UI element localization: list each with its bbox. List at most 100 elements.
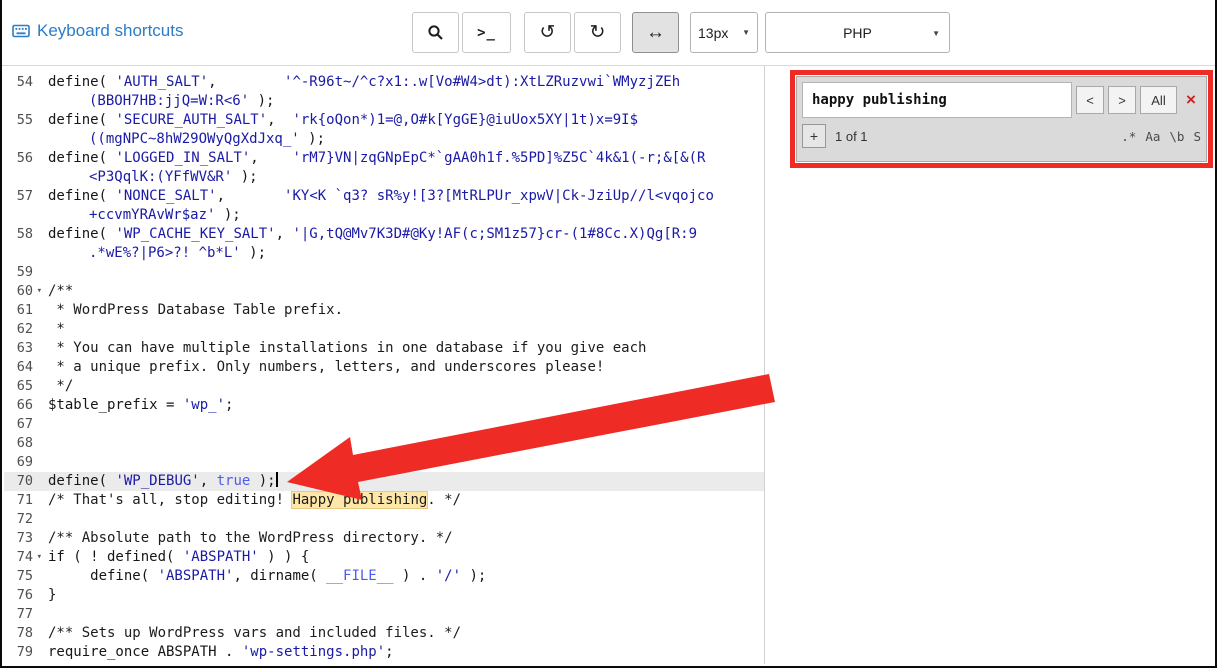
code-line-78[interactable]: 78 /** Sets up WordPress vars and include… xyxy=(4,624,764,643)
code-line-57[interactable]: 57 define( 'NONCE_SALT', 'KY<K `q3? sR%y!… xyxy=(4,187,764,206)
line-number: 56 xyxy=(16,150,33,166)
font-size-select[interactable]: 13px ▼ xyxy=(690,12,758,53)
code-line-69[interactable]: 69 xyxy=(4,453,764,472)
toggle-replace-button[interactable]: + xyxy=(802,124,826,148)
code-line-wrap[interactable]: ((mgNPC~8hW29OWyQgXdJxq_' ); xyxy=(4,130,764,149)
code-line-76[interactable]: 76} xyxy=(4,586,764,605)
code-text: (BBOH7HB:jjQ=W:R<6' ); xyxy=(42,92,274,111)
keyboard-shortcuts-link[interactable]: Keyboard shortcuts xyxy=(12,21,183,41)
search-options-row: + 1 of 1 .* Aa \b S xyxy=(802,122,1201,150)
code-line-68[interactable]: 68 xyxy=(4,434,764,453)
chevron-left-icon: < xyxy=(1086,92,1094,108)
code-line-74[interactable]: 74 ▾ if ( ! defined( 'ABSPATH' ) ) { xyxy=(4,548,764,567)
line-number: 72 xyxy=(16,511,33,527)
code-text: * You can have multiple installations in… xyxy=(42,339,646,358)
line-number xyxy=(4,130,42,149)
code-line-62[interactable]: 62 * xyxy=(4,320,764,339)
code-token: 'SECURE_AUTH_SALT' xyxy=(115,112,268,128)
line-number: 55 xyxy=(16,112,33,128)
code-editor[interactable]: 54 define( 'AUTH_SALT', '^-R96t~/^c?x1:.w… xyxy=(4,66,765,664)
code-text: .*wE%?|P6>?! ^b*L' ); xyxy=(42,244,266,263)
line-number: 61 xyxy=(16,302,33,318)
code-token: 'NONCE_SALT' xyxy=(115,188,217,204)
code-line-wrap[interactable]: +ccvmYRAvWr$az' ); xyxy=(4,206,764,225)
word-wrap-icon: ↔ xyxy=(646,21,665,43)
code-token: ) ) { xyxy=(258,549,310,565)
code-line-70[interactable]: 70 define( 'WP_DEBUG', true ); xyxy=(4,472,764,491)
editor-window: Keyboard shortcuts >_ ↺ ↻ ↔ 13px ▼ PHP ▼ xyxy=(0,0,1217,668)
chevron-down-icon: ▼ xyxy=(932,29,940,38)
code-token: '|G,tQ@Mv7K3D#@Ky!AF(c;SM1z57}cr-(1#8Cc.… xyxy=(292,226,698,242)
undo-button[interactable]: ↺ xyxy=(524,12,571,53)
code-token: ); xyxy=(461,568,487,584)
close-search-button[interactable]: × xyxy=(1181,88,1201,112)
code-line-77[interactable]: 77 xyxy=(4,605,764,624)
language-select[interactable]: PHP ▼ xyxy=(765,12,950,53)
regex-toggle[interactable]: .* xyxy=(1121,129,1136,144)
line-number xyxy=(4,244,42,263)
case-sensitive-toggle[interactable]: Aa xyxy=(1145,129,1160,144)
search-button[interactable] xyxy=(412,12,459,53)
fold-arrow-icon[interactable]: ▾ xyxy=(37,549,42,566)
code-line-73[interactable]: 73 /** Absolute path to the WordPress dir… xyxy=(4,529,764,548)
code-line-55[interactable]: 55 define( 'SECURE_AUTH_SALT', 'rk{oQon*)… xyxy=(4,111,764,130)
word-wrap-toggle-button[interactable]: ↔ xyxy=(632,12,679,53)
code-line-56[interactable]: 56 define( 'LOGGED_IN_SALT', 'rM7}VN|zqGN… xyxy=(4,149,764,168)
code-line-60[interactable]: 60 ▾ /** xyxy=(4,282,764,301)
code-token: 'ABSPATH' xyxy=(182,549,259,565)
redo-button[interactable]: ↻ xyxy=(574,12,621,53)
code-token: 'wp_' xyxy=(182,397,226,413)
code-token: , xyxy=(250,150,293,166)
code-line-wrap[interactable]: .*wE%?|P6>?! ^b*L' ); xyxy=(4,244,764,263)
code-token: ) . xyxy=(393,568,436,584)
search-input[interactable] xyxy=(802,82,1072,118)
line-number: 75 xyxy=(16,568,33,584)
line-number: 71 xyxy=(16,492,33,508)
code-line-64[interactable]: 64 * a unique prefix. Only numbers, lett… xyxy=(4,358,764,377)
whole-word-toggle[interactable]: \b xyxy=(1169,129,1184,144)
code-line-72[interactable]: 72 xyxy=(4,510,764,529)
code-line-75[interactable]: 75 define( 'ABSPATH', dirname( __FILE__ … xyxy=(4,567,764,586)
code-token: define( xyxy=(48,150,116,166)
fold-arrow-icon[interactable]: ▾ xyxy=(37,283,42,300)
code-token: ); xyxy=(249,93,275,109)
code-line-66[interactable]: 66 $table_prefix = 'wp_'; xyxy=(4,396,764,415)
code-token: , dirname( xyxy=(233,568,327,584)
find-all-button[interactable]: All xyxy=(1140,86,1177,114)
code-line-65[interactable]: 65 */ xyxy=(4,377,764,396)
code-token: ); xyxy=(215,207,241,223)
code-text: if ( ! defined( 'ABSPATH' ) ) { xyxy=(42,548,309,567)
code-line-71[interactable]: 71 /* That's all, stop editing! Happy pub… xyxy=(4,491,764,510)
find-previous-button[interactable]: < xyxy=(1076,86,1104,114)
code-line-67[interactable]: 67 xyxy=(4,415,764,434)
close-icon: × xyxy=(1186,90,1196,109)
code-token: * a unique prefix. Only numbers, letters… xyxy=(48,359,605,375)
terminal-button[interactable]: >_ xyxy=(462,12,511,53)
search-in-selection-toggle[interactable]: S xyxy=(1193,129,1201,144)
line-number: 59 xyxy=(16,264,33,280)
code-token: ; xyxy=(225,397,234,413)
code-token: define( xyxy=(48,112,116,128)
code-line-79[interactable]: 79 require_once ABSPATH . 'wp-settings.ph… xyxy=(4,643,764,662)
code-token: define( xyxy=(48,226,116,242)
code-line-wrap[interactable]: (BBOH7HB:jjQ=W:R<6' ); xyxy=(4,92,764,111)
code-text: * WordPress Database Table prefix. xyxy=(42,301,343,320)
code-token: define( xyxy=(48,568,158,584)
code-token: .*wE%?|P6>?! ^b*L' xyxy=(89,245,241,261)
keyboard-shortcuts-label: Keyboard shortcuts xyxy=(37,21,184,40)
code-text: /* That's all, stop editing! Happy publi… xyxy=(42,491,461,510)
code-token: 'wp-settings.php' xyxy=(241,644,386,660)
code-token: 'rk{oQon*)1=@,O#k[YgGE}@iuUox5XY|1t)x=9I… xyxy=(292,112,639,128)
code-line-58[interactable]: 58 define( 'WP_CACHE_KEY_SALT', '|G,tQ@Mv… xyxy=(4,225,764,244)
code-token: if ( ! defined( xyxy=(48,549,183,565)
code-text: * xyxy=(42,320,64,339)
redo-icon: ↻ xyxy=(589,22,606,43)
code-token: 'KY<K `q3? sR%y![3?[MtRLPUr_xpwV|Ck-JziU… xyxy=(284,188,714,204)
find-next-button[interactable]: > xyxy=(1108,86,1136,114)
code-line-63[interactable]: 63 * You can have multiple installations… xyxy=(4,339,764,358)
code-line-54[interactable]: 54 define( 'AUTH_SALT', '^-R96t~/^c?x1:.w… xyxy=(4,73,764,92)
code-line-wrap[interactable]: <P3QqlK:(YFfWV&R' ); xyxy=(4,168,764,187)
code-line-59[interactable]: 59 xyxy=(4,263,764,282)
code-token: 'rM7}VN|zqGNpEpC*`gAA0h1f.%5PD]%Z5C`4k&1… xyxy=(292,150,706,166)
code-line-61[interactable]: 61 * WordPress Database Table prefix. xyxy=(4,301,764,320)
